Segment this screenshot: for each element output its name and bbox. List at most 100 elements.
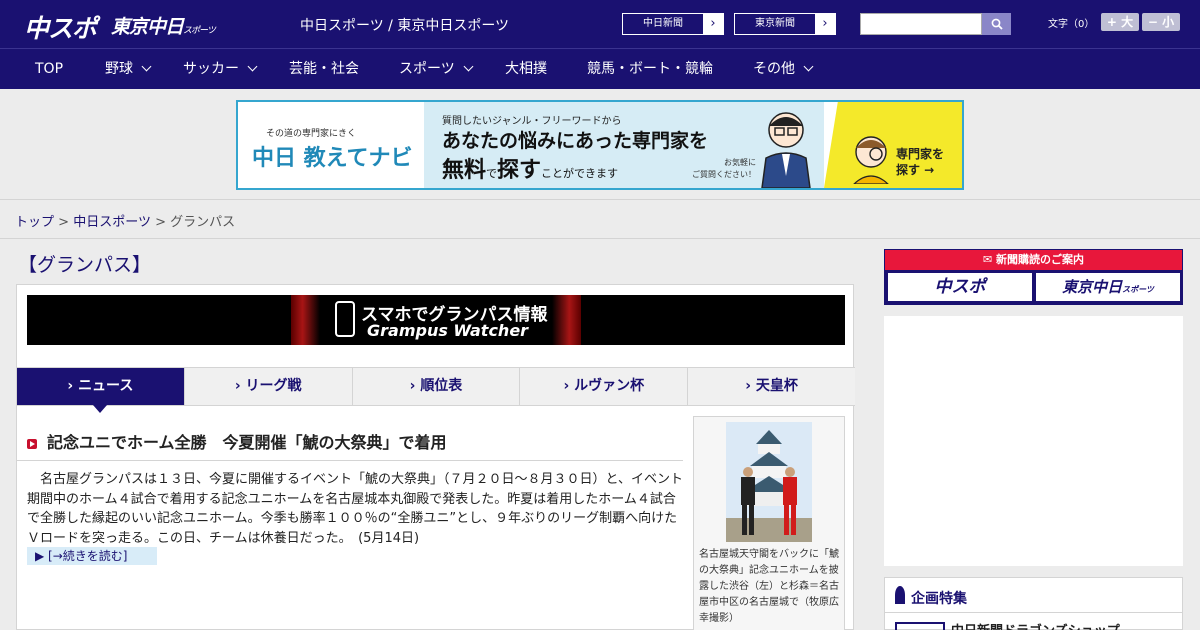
tab-label: 天皇杯 — [755, 378, 798, 394]
main-panel: スマホでグランパス情報 Grampus Watcher › ニュース › リーグ… — [16, 284, 855, 630]
nav-label: スポーツ — [399, 61, 455, 77]
nav-racing[interactable]: 競馬・ボート・競輪 — [587, 49, 713, 89]
nav-label: TOP — [35, 61, 64, 77]
ad-middle-panel: 質問したいジャンル・フリーワードから あなたの悩みにあった専門家を 無料で探すこ… — [424, 102, 824, 188]
subscribe-tokyo-button[interactable]: 東京中日スポーツ — [1036, 273, 1180, 301]
tab-label: ルヴァン杯 — [574, 378, 645, 394]
ad-line3-b: で — [486, 167, 498, 180]
subscribe-chuspo-button[interactable]: 中スポ — [888, 273, 1032, 301]
nav-top[interactable]: TOP — [35, 49, 63, 89]
grampus-watcher-banner[interactable]: スマホでグランパス情報 Grampus Watcher — [27, 295, 845, 345]
ad-line2: あなたの悩みにあった専門家を — [442, 130, 709, 152]
search-input[interactable] — [860, 13, 982, 35]
banner-title-en: Grampus Watcher — [367, 321, 529, 340]
feature-title: 企画特集 — [911, 591, 967, 607]
chevron-down-icon — [141, 61, 152, 72]
ad-cta-text: 専門家を 探す → — [896, 147, 945, 177]
tab-league[interactable]: › リーグ戦 — [185, 368, 353, 405]
feature-box: 企画特集 中日新聞ドラゴンズショップ — [884, 577, 1183, 630]
subscribe-tokyo-label: 東京中日 — [1062, 278, 1123, 296]
tokyo-shimbun-link[interactable]: 東京新聞 › — [734, 13, 836, 35]
subscribe-tokyo-small: スポーツ — [1122, 285, 1154, 294]
nav-label: 芸能・社会 — [289, 61, 359, 77]
chunichi-shimbun-link[interactable]: 中日新聞 › — [622, 13, 724, 35]
nav-soccer[interactable]: サッカー — [183, 49, 258, 89]
subscription-title: 新聞購読のご案内 — [996, 253, 1085, 266]
article-header: 記念ユニでホーム全勝 今夏開催「鯱の大祭典」で着用 — [17, 427, 683, 461]
nav-label: 大相撲 — [505, 61, 547, 77]
ad-cta-panel: 専門家を 探す → — [824, 102, 962, 188]
chuspo-logo[interactable]: 中スポ — [24, 9, 97, 45]
ribbon-icon — [895, 586, 905, 604]
site-title: 中日スポーツ / 東京中日スポーツ — [300, 18, 510, 34]
breadcrumb-chunichi-sports[interactable]: 中日スポーツ — [73, 215, 151, 230]
tab-label: 順位表 — [420, 378, 463, 394]
nav-baseball[interactable]: 野球 — [105, 49, 152, 89]
tokyo-shimbun-label: 東京新聞 — [755, 18, 795, 29]
ad-left-panel: その道の専門家にきく 中日 教えてナビ — [238, 102, 424, 188]
top-header: 中スポ 東京中日スポーツ 中日スポーツ / 東京中日スポーツ 中日新聞 › 東京… — [0, 0, 1200, 48]
ad-note: お気軽に ご質問ください！ — [692, 158, 756, 179]
page-title: 【グランパス】 — [18, 254, 152, 276]
nav-entertainment[interactable]: 芸能・社会 — [289, 49, 359, 89]
ad-line3-c: 探す — [497, 158, 542, 183]
oshiete-navi-ad[interactable]: その道の専門家にきく 中日 教えてナビ 質問したいジャンル・フリーワードから あ… — [236, 100, 964, 190]
tab-label: ニュース — [78, 378, 134, 394]
nav-other[interactable]: その他 — [753, 49, 814, 89]
ad-line1: 質問したいジャンル・フリーワードから — [442, 116, 622, 127]
breadcrumb: トップ > 中日スポーツ > グランパス — [15, 211, 235, 230]
tokyo-logo-small: スポーツ — [183, 26, 216, 36]
nav-sumo[interactable]: 大相撲 — [505, 49, 547, 89]
section-tabs: › ニュース › リーグ戦 › 順位表 › ルヴァン杯 › 天皇杯 — [17, 367, 855, 413]
feature-item[interactable]: 中日新聞ドラゴンズショップ — [951, 620, 1120, 630]
nav-label: 野球 — [105, 61, 133, 77]
tokyo-chunichi-logo[interactable]: 東京中日スポーツ — [111, 12, 216, 39]
font-smaller-button[interactable]: − 小 — [1142, 13, 1180, 31]
divider — [0, 238, 1200, 239]
subscription-box: ✉ 新聞購読のご案内 中スポ 東京中日スポーツ — [884, 249, 1183, 305]
chevron-down-icon — [803, 61, 814, 72]
breadcrumb-sep: > — [155, 215, 166, 230]
curious-person-icon — [852, 136, 890, 184]
article-photo[interactable] — [726, 422, 812, 542]
nav-sports[interactable]: スポーツ — [399, 49, 474, 89]
feature-thumbnail[interactable] — [895, 622, 945, 630]
subscription-header[interactable]: ✉ 新聞購読のご案内 — [885, 250, 1182, 270]
main-nav: TOP 野球 サッカー 芸能・社会 スポーツ 大相撲 競馬・ボート・競輪 その他 — [0, 48, 1200, 89]
divider — [885, 612, 1182, 613]
ad-line3-d: ことができます — [541, 167, 619, 180]
chevron-down-icon — [247, 61, 258, 72]
tab-news[interactable]: › ニュース — [17, 368, 185, 413]
chunichi-shimbun-label: 中日新聞 — [643, 18, 683, 29]
nav-label: その他 — [753, 61, 795, 77]
tab-label: リーグ戦 — [245, 378, 302, 394]
article-photo-box: 名古屋城天守閣をバックに「鯱の大祭典」記念ユニホームを披露した渋谷（左）と杉森＝… — [693, 416, 845, 630]
article-body: 名古屋グランパスは１３日、今夏に開催するイベント「鯱の大祭典」（７月２０日～８月… — [27, 472, 683, 546]
photo-caption: 名古屋城天守閣をバックに「鯱の大祭典」記念ユニホームを披露した渋谷（左）と杉森＝… — [699, 549, 839, 624]
ad-line3-a: 無料 — [442, 158, 487, 183]
nav-label: 競馬・ボート・競輪 — [587, 61, 713, 77]
tab-emperors-cup[interactable]: › 天皇杯 — [688, 368, 855, 405]
tab-levain-cup[interactable]: › ルヴァン杯 — [520, 368, 689, 405]
breadcrumb-sep: > — [58, 215, 70, 230]
tab-standings[interactable]: › 順位表 — [353, 368, 521, 405]
read-more-label: [→続きを読む] — [48, 549, 128, 563]
chevron-right-icon: › — [815, 14, 835, 34]
ad-zone: その道の専門家にきく 中日 教えてナビ 質問したいジャンル・フリーワードから あ… — [0, 89, 1200, 200]
breadcrumb-current: グランパス — [170, 215, 236, 230]
play-marker-icon — [27, 439, 37, 449]
read-more-link[interactable]: ▶ [→続きを読む] — [27, 547, 157, 565]
font-size-label: 文字（0） — [1048, 19, 1095, 30]
search-button[interactable] — [982, 13, 1011, 35]
chevron-right-icon: › — [703, 14, 723, 34]
font-bigger-button[interactable]: + 大 — [1101, 13, 1139, 31]
article-title[interactable]: 記念ユニでホーム全勝 今夏開催「鯱の大祭典」で着用 — [47, 429, 447, 453]
nav-label: サッカー — [183, 61, 239, 77]
advisor-illustration-icon — [761, 112, 811, 188]
ad-brand: 中日 教えてナビ — [252, 146, 413, 171]
smartphone-icon — [335, 301, 355, 337]
breadcrumb-top[interactable]: トップ — [15, 215, 54, 230]
tokyo-logo-main: 東京中日 — [111, 16, 184, 38]
ad-line3: 無料で探すことができます — [442, 152, 618, 184]
sidebar-ad-slot[interactable] — [884, 316, 1183, 566]
